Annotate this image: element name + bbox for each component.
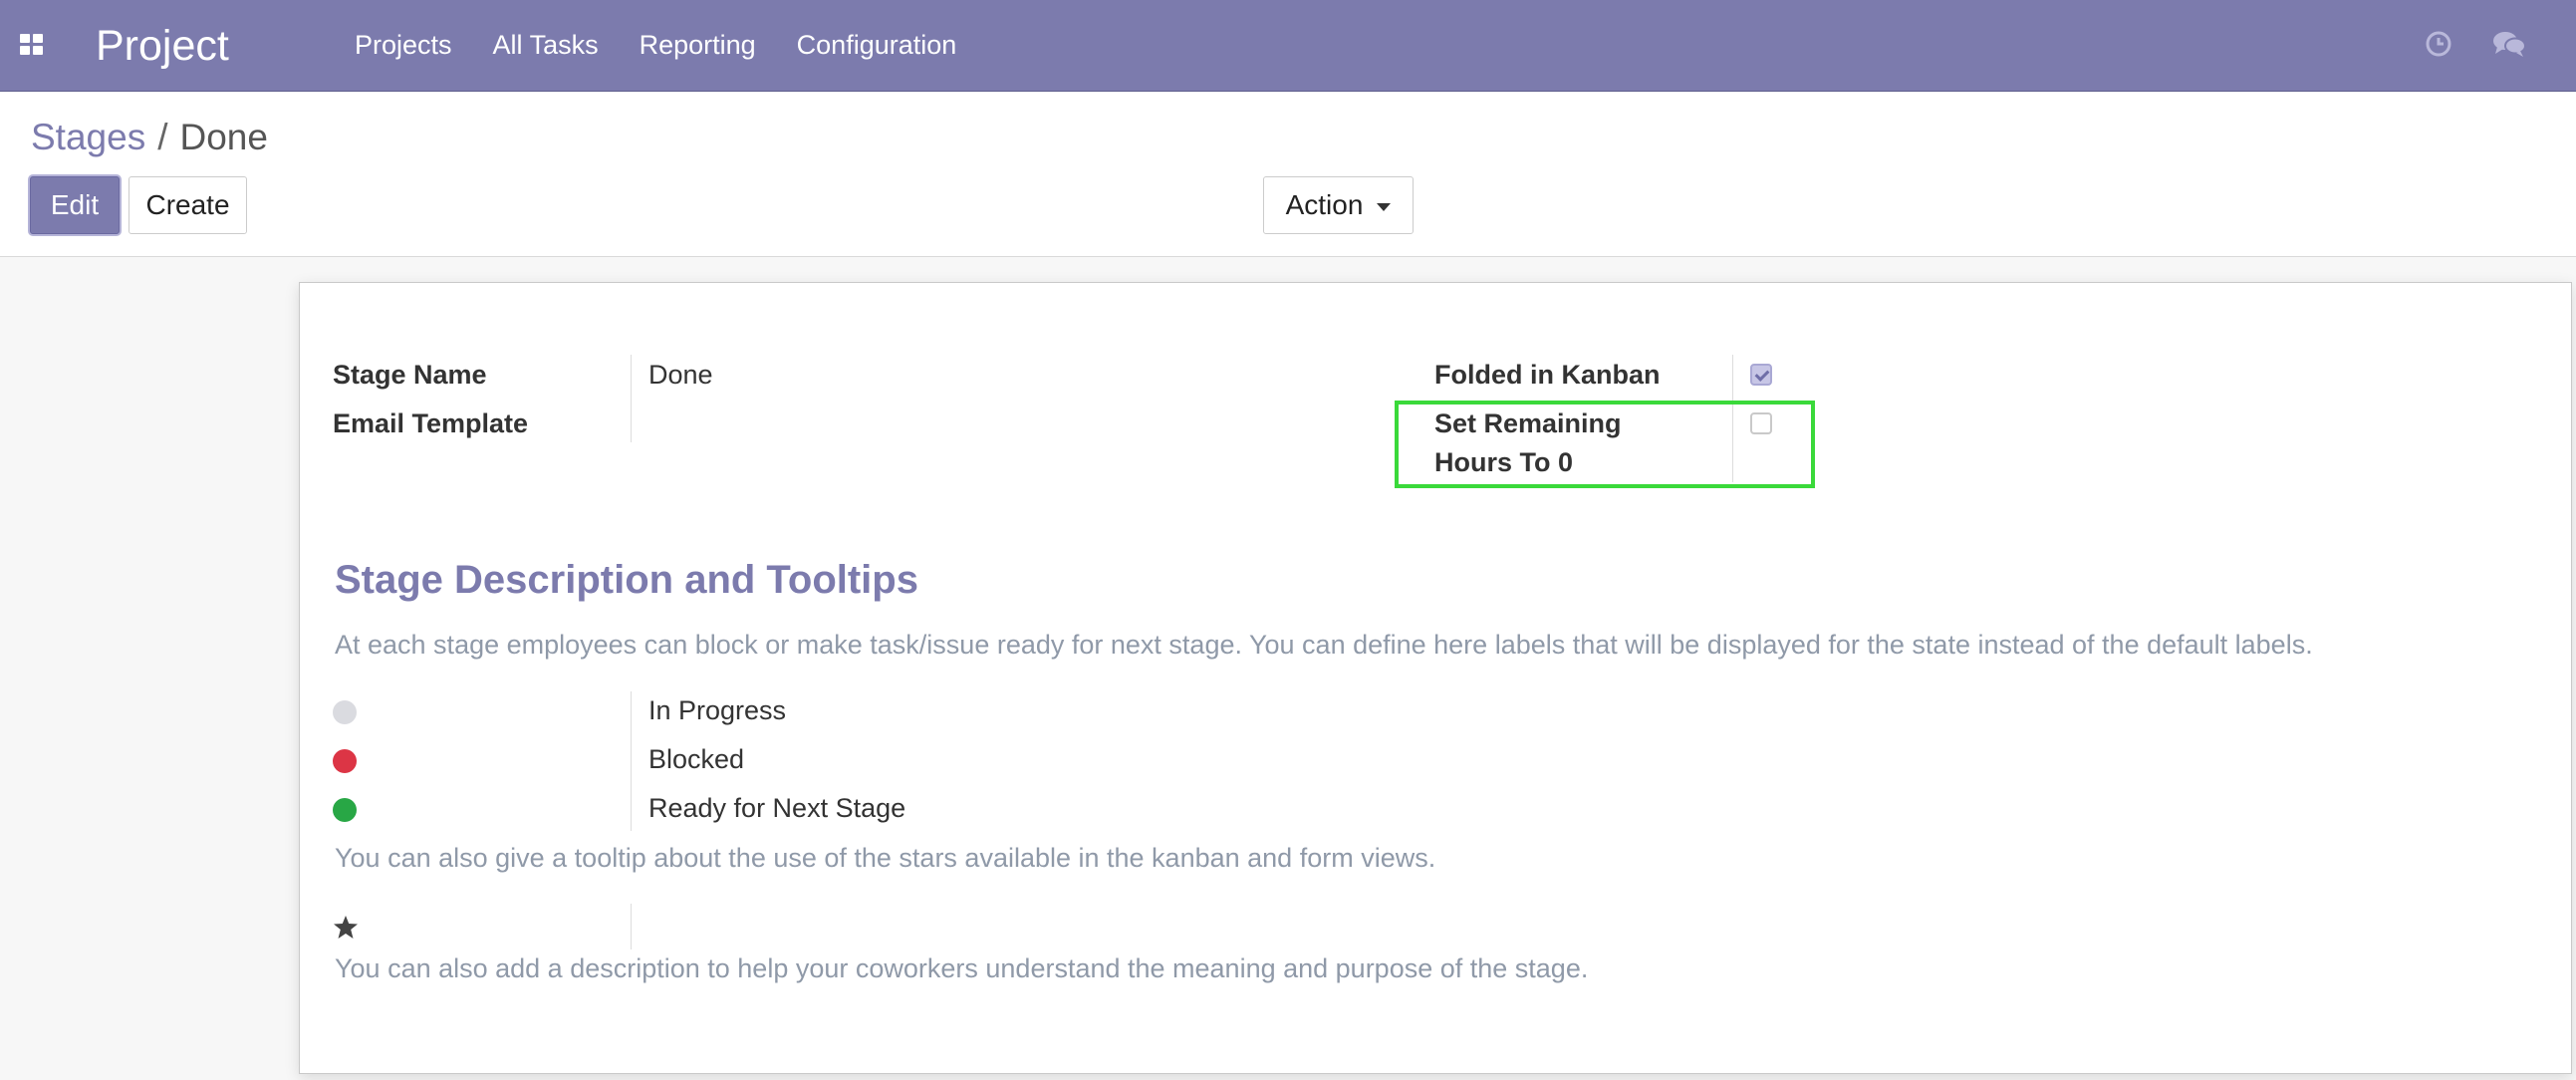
field-divider	[631, 691, 632, 831]
help-text-stars: You can also give a tooltip about the us…	[335, 843, 1436, 873]
star-tooltip-field[interactable]	[648, 909, 1346, 947]
breadcrumb-stages-link[interactable]: Stages	[31, 117, 145, 157]
section-title: Stage Description and Tooltips	[335, 558, 918, 602]
menu-item-reporting[interactable]: Reporting	[640, 30, 756, 61]
breadcrumb-separator: /	[157, 117, 168, 157]
menu-item-all-tasks[interactable]: All Tasks	[493, 30, 599, 61]
state-label-blocked[interactable]: Blocked	[648, 740, 744, 779]
chat-icon[interactable]	[2492, 30, 2526, 58]
help-text-states: At each stage employees can block or mak…	[335, 630, 2313, 660]
email-template-field[interactable]	[648, 405, 1346, 443]
breadcrumb-current: Done	[179, 117, 268, 157]
folded-in-kanban-checkbox[interactable]	[1750, 364, 1772, 386]
highlight-box	[1395, 401, 1815, 488]
state-label-ready[interactable]: Ready for Next Stage	[648, 789, 905, 828]
control-panel: Stages / Done Edit Create Action	[0, 92, 2576, 257]
action-label: Action	[1285, 189, 1364, 220]
state-label-in-progress[interactable]: In Progress	[648, 691, 786, 730]
breadcrumb: Stages / Done	[31, 116, 268, 159]
app-brand: Project	[96, 22, 229, 70]
top-navbar: Project Projects All Tasks Reporting Con…	[0, 0, 2576, 92]
folded-in-kanban-label: Folded in Kanban	[1434, 360, 1661, 390]
email-template-label: Email Template	[333, 408, 529, 438]
systray	[2425, 30, 2526, 58]
help-text-description: You can also add a description to help y…	[335, 953, 1589, 983]
caret-down-icon	[1377, 202, 1392, 211]
state-dot-normal[interactable]	[333, 700, 357, 724]
clock-icon[interactable]	[2425, 30, 2452, 58]
field-divider	[631, 355, 632, 442]
menu-item-configuration[interactable]: Configuration	[797, 30, 957, 61]
menu-item-projects[interactable]: Projects	[355, 30, 452, 61]
state-dot-done[interactable]	[333, 798, 357, 822]
star-icon	[333, 915, 359, 945]
stage-name-label: Stage Name	[333, 360, 487, 390]
edit-button[interactable]: Edit	[30, 176, 120, 234]
stage-name-field[interactable]: Done	[648, 356, 1346, 395]
apps-icon[interactable]	[20, 34, 44, 56]
state-dot-blocked[interactable]	[333, 749, 357, 773]
field-divider	[631, 904, 632, 949]
create-button[interactable]: Create	[129, 176, 247, 234]
action-dropdown-button[interactable]: Action	[1263, 176, 1414, 234]
main-menu: Projects All Tasks Reporting Configurati…	[355, 0, 997, 91]
